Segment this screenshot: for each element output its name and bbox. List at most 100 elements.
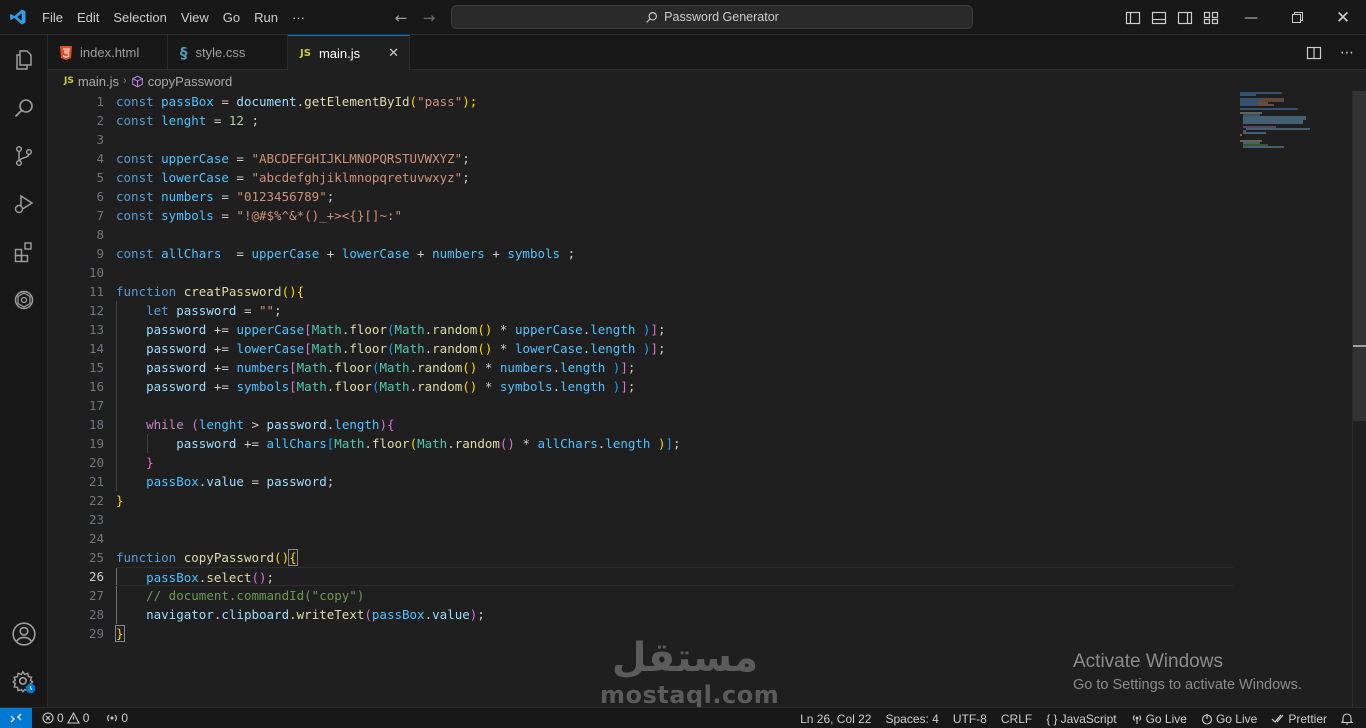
token-bracket: ( [183, 417, 199, 432]
token-operator: + [484, 246, 508, 261]
token-punct: ; [243, 113, 260, 128]
token-bracket: () [477, 322, 493, 337]
manage-gear-icon[interactable] [0, 658, 48, 706]
code-line-19: password += allChars[Math.floor(Math.ran… [116, 434, 1236, 453]
chatgpt-icon[interactable] [0, 276, 48, 324]
back-arrow-icon[interactable]: ← [392, 9, 410, 27]
toggle-primary-sidebar-icon[interactable] [1125, 10, 1141, 26]
menu-view[interactable]: View [174, 0, 216, 35]
token-bracket-matched: } [115, 625, 125, 642]
token-constant: lowerCase [341, 246, 410, 261]
token-constant: lenght [198, 417, 244, 432]
vertical-scrollbar[interactable] [1352, 91, 1366, 707]
account-icon[interactable] [0, 610, 48, 658]
navigation-arrows: ← → [392, 0, 438, 35]
broadcast-icon [107, 714, 118, 722]
prettier-status[interactable]: Prettier [1266, 712, 1332, 726]
indentation-setting[interactable]: Spaces: 4 [880, 712, 943, 726]
encoding-setting[interactable]: UTF-8 [948, 712, 992, 726]
minimap[interactable] [1238, 91, 1348, 151]
token-variable: password [146, 379, 207, 394]
line-number: 11 [88, 284, 104, 299]
cursor-position[interactable]: Ln 26, Col 22 [795, 712, 876, 726]
explorer-icon[interactable] [0, 36, 48, 84]
minimize-icon[interactable]: — [1228, 0, 1274, 35]
breadcrumb: JS main.js › copyPassword [48, 71, 1366, 91]
line-number: 24 [88, 531, 104, 546]
customize-layout-icon[interactable] [1203, 10, 1219, 26]
breadcrumb-file[interactable]: main.js [78, 74, 119, 89]
menu-more[interactable]: ··· [285, 0, 312, 35]
token-bracket: [ [289, 379, 297, 394]
token-punct: . [447, 436, 455, 451]
run-debug-icon[interactable] [0, 180, 48, 228]
token-operator: += [236, 436, 267, 451]
tab-close-icon[interactable]: ✕ [388, 45, 399, 61]
token-property: clipboard [221, 607, 290, 622]
code-editor[interactable]: 1 2 3 4 5 6 7 8 9 10 11 12 13 14 15 16 17 18 19 20 21 22 23 24 2… [48, 91, 1366, 707]
ports-indicator[interactable]: 0 [94, 711, 133, 725]
line-number: 14 [88, 341, 104, 356]
token-keyword: let [146, 303, 177, 318]
code-lines[interactable]: const passBox = document.getElementById(… [115, 92, 1236, 643]
menu-selection[interactable]: Selection [106, 0, 173, 35]
line-number: 27 [88, 588, 104, 603]
restore-icon[interactable] [1274, 0, 1320, 35]
token-bracket: [ [304, 322, 312, 337]
vscode-logo-icon[interactable] [0, 0, 35, 35]
token-constant: symbols [499, 379, 553, 394]
token-punct: ; [477, 607, 485, 622]
menu-edit[interactable]: Edit [70, 0, 106, 35]
code-line-11: function creatPassword(){ [116, 282, 1236, 301]
language-mode[interactable]: { } JavaScript [1041, 712, 1121, 726]
end-of-line-setting[interactable]: CRLF [996, 712, 1037, 726]
problems-indicator[interactable]: 0 0 [32, 711, 94, 725]
split-editor-icon[interactable] [1306, 45, 1322, 61]
editor-tab-bar: index.html § style.css JS main.js ✕ ⋯ [48, 35, 1366, 71]
token-punct: . [409, 379, 418, 394]
go-live-button-2[interactable]: Go Live [1196, 712, 1262, 726]
more-actions-icon[interactable]: ⋯ [1340, 45, 1354, 61]
token-function: floor [371, 436, 410, 451]
menu-go[interactable]: Go [216, 0, 247, 35]
forward-arrow-icon[interactable]: → [420, 9, 438, 27]
search-icon[interactable] [0, 84, 48, 132]
token-punct: ; [274, 303, 282, 318]
source-control-icon[interactable] [0, 132, 48, 180]
tab-label: main.js [318, 46, 361, 61]
menu-run[interactable]: Run [247, 0, 285, 35]
token-operator: * [514, 436, 538, 451]
token-property: length [590, 322, 636, 337]
token-class: Math [334, 436, 365, 451]
command-center-search[interactable]: Password Generator [451, 5, 973, 29]
token-class: Math [311, 341, 342, 356]
notifications-bell-icon[interactable] [1336, 712, 1358, 725]
tab-main-js[interactable]: JS main.js ✕ [288, 35, 410, 71]
code-line-18: while (lenght > password.length){ [116, 415, 1236, 434]
toggle-panel-icon[interactable] [1151, 10, 1167, 26]
token-string: "" [259, 303, 275, 318]
scrollbar-thumb[interactable] [1353, 91, 1366, 421]
remote-indicator-icon[interactable] [0, 707, 32, 728]
status-bar-right: Ln 26, Col 22 Spaces: 4 UTF-8 CRLF { } Ja… [795, 708, 1358, 728]
code-line-9: const allChars = upperCase + lowerCase +… [116, 244, 1236, 263]
breadcrumb-symbol[interactable]: copyPassword [148, 74, 233, 89]
close-icon[interactable]: ✕ [1320, 0, 1366, 35]
title-bar: File Edit Selection View Go Run ··· ← → … [0, 0, 1366, 35]
token-bracket: ( [364, 607, 372, 622]
go-live-button-1[interactable]: Go Live [1126, 712, 1192, 726]
line-number: 13 [88, 322, 104, 337]
tab-index-html[interactable]: index.html [48, 35, 168, 70]
token-punct: ; [627, 360, 636, 375]
menu-file[interactable]: File [35, 0, 70, 35]
token-keyword: while [146, 417, 184, 432]
token-constant: lowerCase [161, 170, 229, 185]
token-constant: upperCase [161, 151, 229, 166]
go-live-label: Go Live [1145, 711, 1187, 726]
extensions-icon[interactable] [0, 228, 48, 276]
tab-style-css[interactable]: § style.css [168, 35, 288, 70]
toggle-secondary-sidebar-icon[interactable] [1177, 10, 1193, 26]
